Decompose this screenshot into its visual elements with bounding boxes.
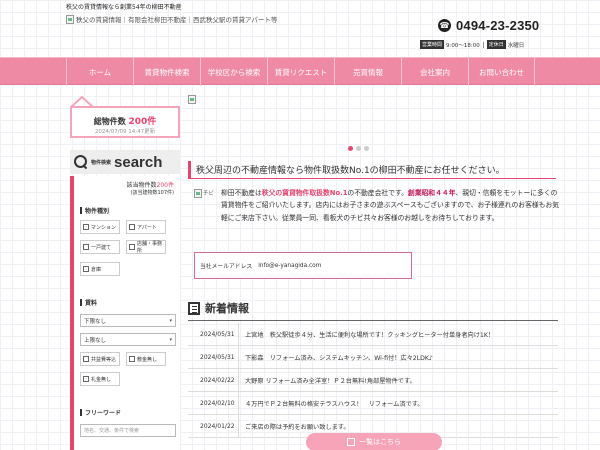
phone-number: 0494-23-2350 xyxy=(456,18,540,33)
nav-item-home[interactable]: ホーム xyxy=(66,58,133,86)
slide-dot-1[interactable] xyxy=(348,146,353,151)
checkbox-icon xyxy=(129,244,135,250)
total-count-value: 200件 xyxy=(128,117,157,127)
global-nav: ホーム 賃貸物件検索 学校区から検索 賃貸リクエスト 売買情報 会社案内 お問い… xyxy=(0,57,600,86)
hit-label: 該当物件数 xyxy=(126,182,157,189)
nav-item-company[interactable]: 会社案内 xyxy=(401,58,468,86)
nav-item-school-search[interactable]: 学校区から検索 xyxy=(200,58,267,86)
search-panel: 該当物件数200件 (該当建物数107件) 物件種別 マンション アパート 一戸… xyxy=(70,176,180,450)
checkbox-icon xyxy=(83,376,89,382)
intro-highlight-no1: 秩父の賃貸物件取扱数No.1 xyxy=(261,189,348,197)
fee-checkbox-no-key-money[interactable]: 礼金無し xyxy=(80,372,120,386)
hit-count: 該当物件数200件 (該当建物数107件) xyxy=(127,180,174,196)
site-logo-alt-text: 秩父の賃貸情報｜有限会社柳田不動産｜西武秩父駅の賃貸アパート等 xyxy=(76,16,278,24)
email-label: 当社メールアドレス xyxy=(200,264,253,270)
phone-icon: ☎ xyxy=(438,19,451,32)
house-body: 総物件数 200件 2024/07/09 14:47更新 xyxy=(70,106,180,138)
checkbox-icon xyxy=(83,244,89,250)
search-small-label: 物件検索 xyxy=(91,159,112,166)
news-header: 新着情報 xyxy=(188,300,249,316)
nav-item-rental-request[interactable]: 賃貸リクエスト xyxy=(267,58,334,86)
chevron-down-icon: ▾ xyxy=(169,336,172,343)
hit-building-count: (該当建物数107件) xyxy=(130,190,174,196)
phone-contact[interactable]: ☎ 0494-23-2350 xyxy=(438,18,539,33)
freeword-input[interactable]: 地名、交通、条件で検索 xyxy=(80,424,176,437)
email-address[interactable]: info@e-yanagida.com xyxy=(258,263,321,269)
company-image: チビ xyxy=(194,189,214,198)
site-logo[interactable]: 秩父の賃貸情報｜有限会社柳田不動産｜西武秩父駅の賃貸アパート等 xyxy=(66,14,277,24)
checkbox-icon xyxy=(129,224,135,230)
news-title: 新着情報 xyxy=(205,302,249,315)
slideshow-dots xyxy=(348,146,369,151)
news-icon xyxy=(188,301,200,315)
news-divider xyxy=(188,320,558,321)
type-checkbox-warehouse[interactable]: 倉庫 xyxy=(80,262,120,276)
slideshow-image xyxy=(188,95,196,104)
email-box: 当社メールアドレス info@e-yanagida.com xyxy=(194,252,412,279)
fee-checkbox-common[interactable]: 共益費等込 xyxy=(80,352,120,366)
checkbox-icon xyxy=(83,224,89,230)
type-section-title: 物件種別 xyxy=(80,206,109,215)
total-count: 総物件数 200件 xyxy=(72,114,178,127)
type-checkbox-house[interactable]: 一戸建て xyxy=(80,240,120,254)
site-tagline: 秩父の賃貸情報なら創業54年の柳田不動産 xyxy=(66,4,182,11)
news-more-button[interactable]: 一覧はこちら xyxy=(306,433,442,450)
freeword-section-title: フリーワード xyxy=(80,408,121,417)
nav-item-contact[interactable]: お問い合わせ xyxy=(468,58,535,86)
fee-checkbox-no-deposit[interactable]: 敷金無し xyxy=(126,352,166,366)
hours-value: 9:00～18:00 xyxy=(446,42,480,49)
checkbox-icon xyxy=(83,266,89,272)
updated-timestamp: 2024/07/09 14:47更新 xyxy=(94,129,156,135)
hours-tag: 営業時間 xyxy=(420,40,445,49)
type-checkbox-mansion[interactable]: マンション xyxy=(80,220,120,234)
checkbox-icon xyxy=(129,356,135,362)
rent-section-title: 賃料 xyxy=(80,298,97,307)
list-icon xyxy=(347,438,355,446)
total-label: 総物件数 xyxy=(93,117,126,126)
news-item[interactable]: 2024/02/10 ４万円でＰ２台無料の格安テラスハウス！ リフォーム済です。 xyxy=(188,391,558,415)
broken-image-icon xyxy=(66,14,74,24)
type-checkbox-apartment[interactable]: アパート xyxy=(126,220,166,234)
chevron-down-icon: ▾ xyxy=(169,317,172,324)
type-checkbox-shop-office[interactable]: 店舗・事務所 xyxy=(126,240,166,254)
closed-value: 水曜日 xyxy=(507,42,525,49)
rent-min-select[interactable]: 下限なし ▾ xyxy=(80,314,176,327)
intro-paragraph: 柳田不動産は秩父の賃貸物件取扱数No.1の不動産会社です。創業昭和４４年、親切・… xyxy=(221,189,560,222)
news-item[interactable]: 2024/05/31 下影森 リフォーム済み、システムキッチン、Wi-fi付！広々… xyxy=(188,345,558,369)
rent-max-select[interactable]: 上限なし ▾ xyxy=(80,333,176,346)
search-big-label: search xyxy=(114,153,163,171)
slide-dot-3[interactable] xyxy=(364,146,369,151)
business-hours: 営業時間 9:00～18:00 定休日 水曜日 xyxy=(420,40,524,49)
news-item[interactable]: 2024/02/22 大野原 リフォーム済み全洋室！Ｐ２台無料!角部屋物件です。 xyxy=(188,368,558,392)
hit-count-value: 200件 xyxy=(156,182,174,189)
search-icon xyxy=(74,155,88,169)
slide-dot-2[interactable] xyxy=(356,146,361,151)
closed-tag: 定休日 xyxy=(486,40,506,49)
broken-image-icon xyxy=(194,189,202,198)
search-header: 物件検索 search xyxy=(70,150,180,174)
lead-heading: 秩父周辺の不動産情報なら物件取扱数No.1の柳田不動産にお任せください。 xyxy=(188,161,556,179)
intro-highlight-founded: 創業昭和４４年 xyxy=(407,189,456,197)
news-item[interactable]: 2024/05/31 上宮地 秩父駅徒歩４分、生活に便利な場所です！クッキングヒー… xyxy=(188,322,558,346)
nav-item-sales[interactable]: 売買情報 xyxy=(334,58,401,86)
checkbox-icon xyxy=(83,356,89,362)
nav-item-rental-search[interactable]: 賃貸物件検索 xyxy=(133,58,200,86)
total-listings-box: 総物件数 200件 2024/07/09 14:47更新 xyxy=(70,96,180,138)
